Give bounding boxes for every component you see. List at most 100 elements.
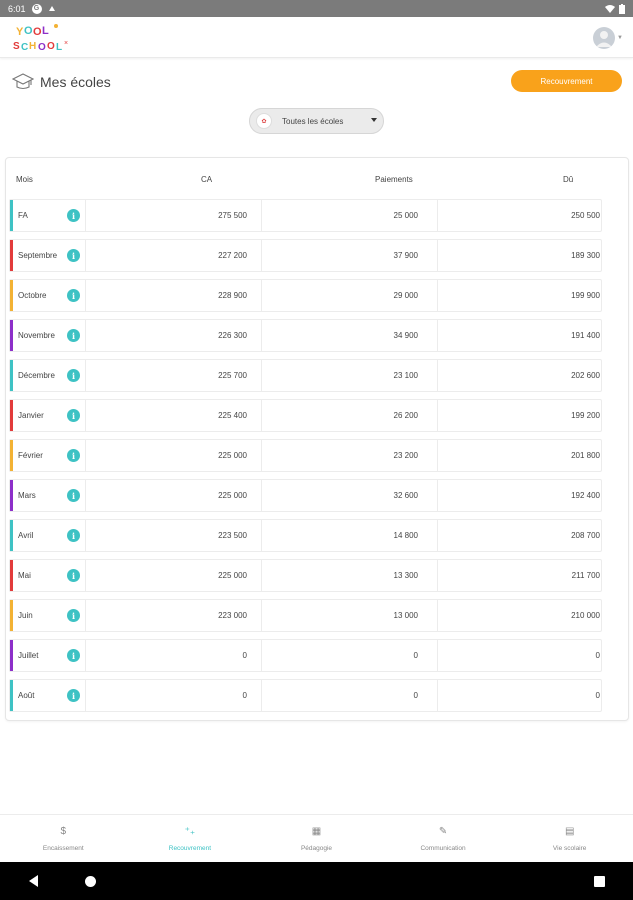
table-row[interactable]: Juin i 223 000 13 000 210 000	[9, 599, 602, 632]
table-row[interactable]: Octobre i 228 900 29 000 199 900	[9, 279, 602, 312]
row-divider	[85, 280, 86, 311]
info-icon[interactable]: i	[67, 489, 80, 502]
school-select[interactable]: ✿ Toutes les écoles	[249, 108, 384, 134]
row-du: 210 000	[571, 611, 600, 620]
row-ca: 225 000	[218, 451, 247, 460]
table-row[interactable]: Septembre i 227 200 37 900 189 300	[9, 239, 602, 272]
row-accent	[10, 200, 13, 231]
row-month: Mai	[18, 571, 31, 580]
table-row[interactable]: Mars i 225 000 32 600 192 400	[9, 479, 602, 512]
row-accent	[10, 680, 13, 711]
info-icon[interactable]: i	[67, 689, 80, 702]
row-divider	[437, 680, 438, 711]
row-ca: 0	[242, 691, 247, 700]
row-divider	[261, 680, 262, 711]
row-divider	[261, 560, 262, 591]
table-row[interactable]: Janvier i 225 400 26 200 199 200	[9, 399, 602, 432]
row-accent	[10, 520, 13, 551]
table-row[interactable]: Avril i 223 500 14 800 208 700	[9, 519, 602, 552]
yool-school-logo[interactable]: Y O O L S C H O O L ×	[10, 21, 70, 55]
info-icon[interactable]: i	[67, 569, 80, 582]
svg-text:H: H	[29, 41, 36, 52]
avatar[interactable]	[593, 27, 615, 49]
grid-icon: ▦	[311, 825, 322, 837]
row-divider	[261, 600, 262, 631]
row-divider	[437, 560, 438, 591]
table-row[interactable]: Août i 0 0 0	[9, 679, 602, 712]
nav-item-label: Encaissement	[42, 845, 84, 852]
ecoles-table: Mois CA Paiements Dû FA i 275 500 25 000 250…	[5, 157, 629, 721]
edit-doc-icon: ✎	[438, 825, 448, 837]
status-time: 6:01	[8, 3, 26, 14]
svg-text:O: O	[33, 26, 42, 38]
notification-icon	[48, 5, 55, 11]
row-divider	[85, 240, 86, 271]
info-icon[interactable]: i	[67, 649, 80, 662]
svg-text:O: O	[47, 41, 55, 52]
recent-apps-icon[interactable]	[594, 876, 605, 887]
row-ca: 225 700	[218, 371, 247, 380]
back-icon[interactable]	[29, 875, 38, 887]
table-row[interactable]: Juillet i 0 0 0	[9, 639, 602, 672]
row-divider	[437, 520, 438, 551]
info-icon[interactable]: i	[67, 329, 80, 342]
nav-item-label: Pédagogie	[300, 845, 333, 852]
row-ca: 228 900	[218, 291, 247, 300]
info-icon[interactable]: i	[67, 249, 80, 262]
info-icon[interactable]: i	[67, 449, 80, 462]
nav-item-encaissement[interactable]: $ Encaissement	[0, 815, 127, 862]
row-divider	[261, 520, 262, 551]
info-icon[interactable]: i	[67, 609, 80, 622]
row-divider	[437, 480, 438, 511]
row-month: Juillet	[18, 651, 39, 660]
row-divider	[437, 360, 438, 391]
info-icon[interactable]: i	[67, 209, 80, 222]
row-month: Décembre	[18, 371, 55, 380]
row-divider	[85, 480, 86, 511]
row-accent	[10, 640, 13, 671]
header-mois: Mois	[16, 175, 33, 184]
table-row[interactable]: FA i 275 500 25 000 250 500	[9, 199, 602, 232]
dollar-icon: $	[60, 825, 67, 837]
info-icon[interactable]: i	[67, 409, 80, 422]
recouvrement-button[interactable]: Recouvrement	[511, 70, 622, 92]
nav-item-vie-scolaire[interactable]: ▤ Vie scolaire	[506, 815, 633, 862]
info-icon[interactable]: i	[67, 369, 80, 382]
nav-item-pédagogie[interactable]: ▦ Pédagogie	[253, 815, 380, 862]
row-du: 189 300	[571, 251, 600, 260]
home-icon[interactable]	[85, 876, 96, 887]
status-bar: 6:01 G	[0, 0, 633, 17]
table-row[interactable]: Novembre i 226 300 34 900 191 400	[9, 319, 602, 352]
info-icon[interactable]: i	[67, 529, 80, 542]
row-accent	[10, 600, 13, 631]
info-icon[interactable]: i	[67, 289, 80, 302]
svg-text:L: L	[42, 25, 49, 37]
row-du: 211 700	[571, 571, 600, 580]
row-accent	[10, 320, 13, 351]
table-row[interactable]: Décembre i 225 700 23 100 202 600	[9, 359, 602, 392]
row-du: 250 500	[571, 211, 600, 220]
android-navigation-bar	[0, 862, 633, 900]
row-divider	[437, 200, 438, 231]
nav-item-communication[interactable]: ✎ Communication	[380, 815, 507, 862]
school-logo-icon: ✿	[256, 113, 272, 129]
row-accent	[10, 280, 13, 311]
row-month: Avril	[18, 531, 34, 540]
row-paiements: 23 100	[393, 371, 418, 380]
svg-text:O: O	[38, 42, 46, 53]
row-paiements: 23 200	[393, 451, 418, 460]
row-month: Février	[18, 451, 43, 460]
row-paiements: 25 000	[393, 211, 418, 220]
row-month: Juin	[18, 611, 33, 620]
table-row[interactable]: Février i 225 000 23 200 201 800	[9, 439, 602, 472]
page-title: Mes écoles	[40, 74, 111, 90]
svg-text:×: ×	[64, 40, 68, 47]
row-divider	[85, 400, 86, 431]
row-du: 201 800	[571, 451, 600, 460]
row-paiements: 13 000	[393, 611, 418, 620]
chevron-down-icon[interactable]: ▼	[617, 35, 623, 41]
table-row[interactable]: Mai i 225 000 13 300 211 700	[9, 559, 602, 592]
row-du: 202 600	[571, 371, 600, 380]
row-divider	[85, 360, 86, 391]
nav-item-recouvrement[interactable]: ⁺₊ Recouvrement	[127, 815, 254, 862]
